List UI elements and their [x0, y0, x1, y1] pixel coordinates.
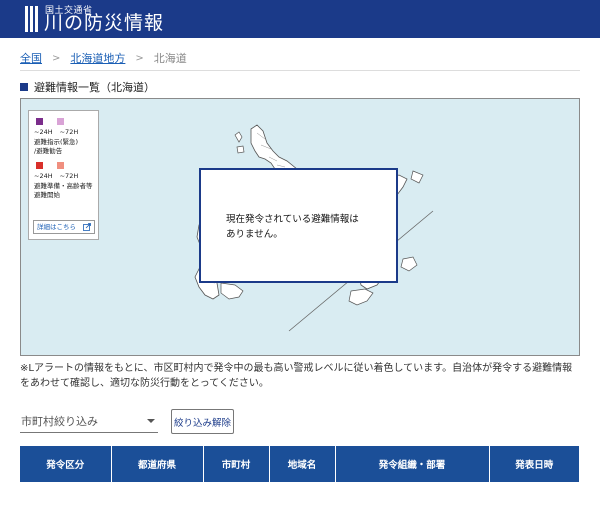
legend-swatch-row [36, 162, 93, 169]
legend-swatch-prep-24h [36, 162, 43, 169]
legend-label-24h: ~24H [34, 172, 53, 180]
legend-text-prep: 避難準備・高齢者等 避難開始 [34, 182, 93, 200]
filter-placeholder: 市町村絞り込み [21, 414, 98, 428]
island-shape [410, 170, 424, 184]
legend-text-line: 避難開始 [34, 191, 60, 199]
legend-label-row: ~24H ~72H [34, 128, 93, 137]
legend-text-line: 避難準備・高齢者等 [34, 182, 93, 190]
notice-text: 現在発令されている避難情報は ありません。 [226, 212, 376, 242]
legend-label-72h: ~72H [59, 128, 79, 136]
square-marker-icon [20, 83, 28, 91]
column-header-municipality[interactable]: 市町村 [203, 446, 270, 482]
map-legend: ~24H ~72H 避難指示(緊急) /避難勧告 ~24H ~72H 避難準備・… [28, 110, 99, 240]
chevron-down-icon [147, 419, 155, 423]
legend-details-label: 詳細はこちら [37, 222, 76, 231]
legend-swatch-row [36, 118, 93, 125]
evacuation-table: 発令区分 都道府県 市町村 地域名 発令組織・部署 発表日時 [20, 446, 579, 482]
legend-label-row: ~24H ~72H [34, 172, 93, 181]
notice-line: 現在発令されている避難情報は [226, 214, 359, 225]
island-shape [234, 131, 243, 143]
legend-label-72h: ~72H [59, 172, 79, 180]
external-link-icon [83, 223, 91, 231]
legend-text-evac-order: 避難指示(緊急) /避難勧告 [34, 138, 93, 156]
legend-text-line: /避難勧告 [34, 147, 63, 155]
table-header-row: 発令区分 都道府県 市町村 地域名 発令組織・部署 発表日時 [20, 446, 579, 482]
hokkaido-southeast-shape [348, 288, 374, 306]
column-header-issue-type[interactable]: 発令区分 [20, 446, 112, 482]
divider [20, 70, 580, 71]
legend-label-24h: ~24H [34, 128, 53, 136]
column-header-issuer[interactable]: 発令組織・部署 [335, 446, 490, 482]
hokkaido-east-coast-shape [400, 256, 418, 272]
column-header-prefecture[interactable]: 都道府県 [111, 446, 204, 482]
logo-bars-icon [25, 6, 39, 32]
island-shape [236, 145, 245, 154]
legend-swatch-evac-order-24h [36, 118, 43, 125]
breadcrumb-link-nationwide[interactable]: 全国 [20, 50, 42, 66]
column-header-issued-at[interactable]: 発表日時 [489, 446, 579, 482]
notice-line: ありません。 [226, 229, 283, 240]
site-title[interactable]: 川の防災情報 [44, 12, 164, 34]
breadcrumb-link-region[interactable]: 北海道地方 [70, 50, 125, 66]
breadcrumb-separator: > [52, 52, 61, 64]
column-header-area[interactable]: 地域名 [269, 446, 336, 482]
legend-swatch-evac-order-72h [57, 118, 64, 125]
section-title: 避難情報一覧（北海道） [20, 79, 155, 95]
legend-text-line: 避難指示(緊急) [34, 138, 79, 146]
clear-filter-button[interactable]: 絞り込み解除 [171, 409, 234, 434]
legend-details-link[interactable]: 詳細はこちら [33, 220, 95, 234]
breadcrumb-current: 北海道 [153, 52, 187, 65]
no-alerts-notice: 現在発令されている避難情報は ありません。 [199, 168, 398, 283]
site-header: 国土交通省 川の防災情報 [0, 0, 600, 38]
section-title-text: 避難情報一覧（北海道） [34, 81, 155, 94]
breadcrumb: 全国 > 北海道地方 > 北海道 [20, 50, 187, 66]
legend-swatch-prep-72h [57, 162, 64, 169]
breadcrumb-separator: > [135, 52, 144, 64]
municipality-filter-select[interactable]: 市町村絞り込み [20, 409, 158, 433]
map-note: ※Lアラートの情報をもとに、市区町村内で発令中の最も高い警戒レベルに従い着色して… [20, 363, 573, 389]
hokkaido-south-shape [220, 282, 244, 300]
